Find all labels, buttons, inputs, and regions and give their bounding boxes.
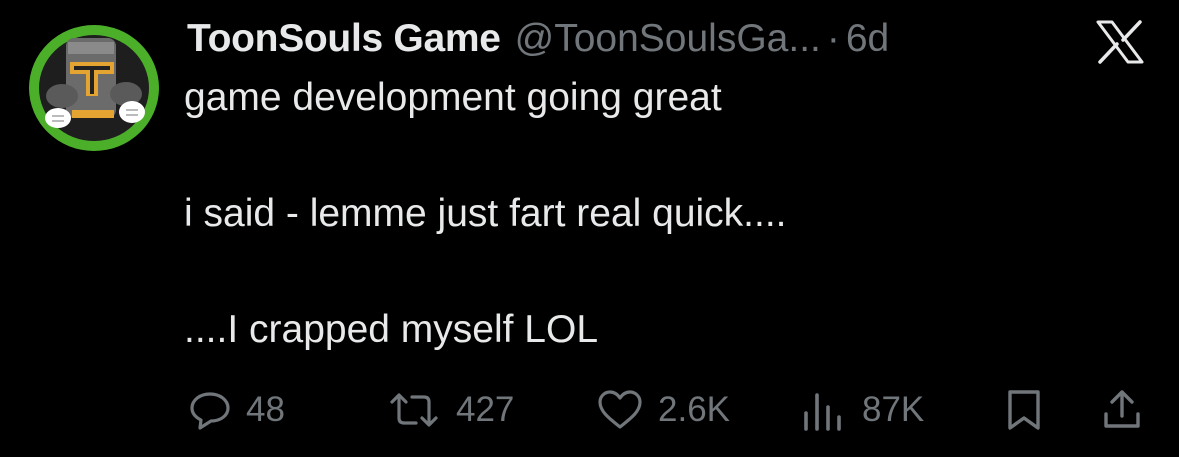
views-button[interactable]: 87K — [800, 385, 924, 435]
tweet-line: ....I crapped myself LOL — [184, 308, 599, 351]
repost-count: 427 — [456, 390, 515, 429]
repost-button[interactable]: 427 — [386, 385, 514, 435]
display-name[interactable]: ToonSouls Game — [187, 14, 501, 64]
reply-button[interactable]: 48 — [188, 385, 285, 435]
like-button[interactable]: 2.6K — [596, 385, 730, 435]
share-button[interactable] — [1100, 385, 1144, 435]
views-icon — [800, 389, 848, 431]
handle[interactable]: @ToonSoulsGa... — [515, 14, 821, 64]
tweet-line: i said - lemme just fart real quick.... — [184, 192, 787, 235]
share-icon — [1100, 388, 1144, 432]
separator-dot: · — [826, 17, 840, 60]
tweet-text: game development going great i said - le… — [184, 74, 1124, 354]
timestamp[interactable]: 6d — [846, 14, 889, 64]
action-bar: 48 427 2.6K 87K — [0, 385, 1179, 435]
tweet: ToonSouls Game @ToonSoulsGa... · 6d game… — [0, 0, 1179, 457]
bookmark-button[interactable] — [1004, 385, 1044, 435]
reply-icon — [188, 390, 232, 430]
tweet-line: game development going great — [184, 76, 722, 119]
like-count: 2.6K — [658, 390, 730, 429]
avatar[interactable] — [28, 24, 160, 152]
avatar-image — [29, 25, 159, 151]
views-count: 87K — [862, 390, 925, 429]
bookmark-icon — [1004, 388, 1044, 432]
repost-icon — [386, 390, 442, 430]
heart-icon — [596, 389, 644, 431]
tweet-header: ToonSouls Game @ToonSoulsGa... · 6d — [187, 14, 889, 64]
reply-count: 48 — [246, 390, 285, 429]
x-logo-icon — [1096, 20, 1144, 64]
